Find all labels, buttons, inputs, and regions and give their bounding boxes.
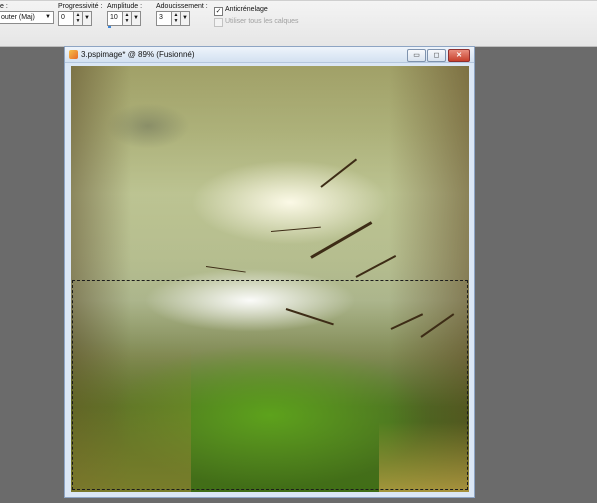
- progressivite-input[interactable]: 0 ▲ ▼ ▼: [58, 11, 92, 26]
- anticrenelage-checkbox[interactable]: ✓: [214, 7, 223, 16]
- progressivite-label: Progressivité :: [58, 3, 103, 10]
- adoucissement-label: Adoucissement :: [156, 3, 208, 10]
- minimize-button[interactable]: ▭: [407, 49, 426, 62]
- amplitude-slider[interactable]: [108, 26, 111, 28]
- mode-label: e :: [0, 3, 8, 10]
- amplitude-group: Amplitude :: [107, 2, 142, 11]
- paint-crack: [270, 226, 321, 232]
- adoucissement-value: 3: [159, 14, 163, 21]
- adoucissement-input[interactable]: 3 ▲ ▼ ▼: [156, 11, 190, 26]
- paint-crack: [320, 158, 358, 188]
- amplitude-label: Amplitude :: [107, 3, 143, 10]
- document-titlebar[interactable]: 3.pspimage* @ 89% (Fusionné) ▭ ◻ ✕: [65, 47, 474, 63]
- tree-silhouette: [93, 94, 203, 174]
- progressivite-value: 0: [61, 14, 65, 21]
- selection-marquee[interactable]: [72, 280, 468, 490]
- restore-button[interactable]: ◻: [427, 49, 446, 62]
- toolbar-divider: [0, 0, 597, 1]
- amplitude-value: 10: [110, 14, 118, 21]
- amplitude-input[interactable]: 10 ▲ ▼ ▼: [107, 11, 141, 28]
- progressivite-group: Progressivité :: [58, 2, 102, 11]
- document-window: 3.pspimage* @ 89% (Fusionné) ▭ ◻ ✕: [64, 46, 475, 498]
- anticrenelage-label: Anticrénelage: [225, 6, 268, 13]
- tous-calques-label: Utiliser tous les calques: [225, 18, 299, 25]
- adoucissement-group: Adoucissement :: [156, 2, 208, 11]
- paint-crack: [205, 266, 246, 273]
- image-canvas[interactable]: [71, 66, 469, 492]
- tous-calques-checkbox[interactable]: [214, 18, 223, 27]
- mode-group: e :: [0, 2, 8, 11]
- close-button[interactable]: ✕: [448, 49, 470, 62]
- document-title: 3.pspimage* @ 89% (Fusionné): [81, 50, 195, 59]
- mode-value: outer (Maj): [1, 14, 35, 21]
- chevron-down-icon[interactable]: ▼: [43, 12, 53, 23]
- chevron-down-icon[interactable]: ▼: [82, 11, 92, 26]
- mode-dropdown[interactable]: outer (Maj) ▼: [0, 11, 54, 24]
- tool-options-bar: e : outer (Maj) ▼ Progressivité : 0 ▲ ▼ ▼…: [0, 0, 597, 47]
- chevron-down-icon[interactable]: ▼: [131, 11, 141, 26]
- chevron-down-icon[interactable]: ▼: [180, 11, 190, 26]
- document-icon: [69, 50, 78, 59]
